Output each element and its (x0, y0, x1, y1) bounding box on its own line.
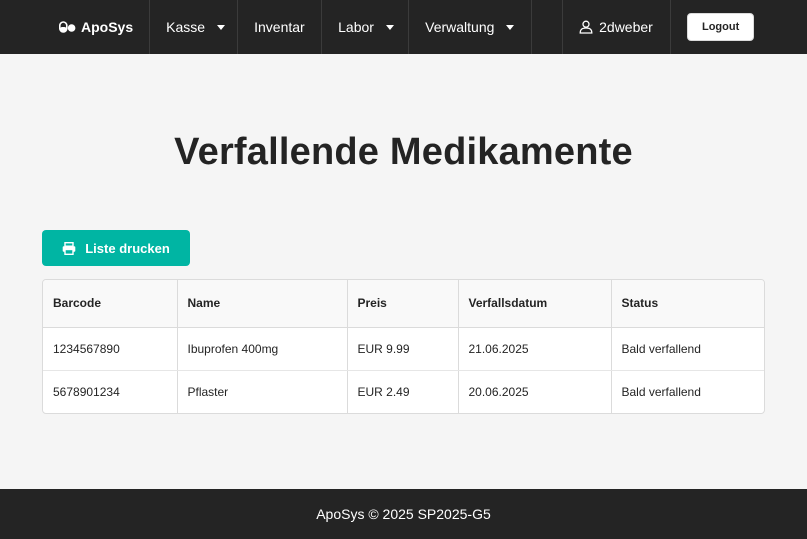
user-menu[interactable]: 2dweber (563, 0, 672, 54)
cell-verfallsdatum: 21.06.2025 (458, 327, 612, 371)
caret-down-icon (506, 24, 515, 30)
nav-item-verwaltung[interactable]: Verwaltung (409, 0, 533, 54)
print-list-button[interactable]: Liste drucken (42, 230, 190, 266)
cell-name: Pflaster (177, 370, 348, 413)
nav-item-label: Inventar (254, 19, 305, 35)
cell-preis: EUR 2.49 (347, 370, 459, 413)
brand-link[interactable]: ApoSys (0, 0, 151, 54)
nav-item-inventar[interactable]: Inventar (238, 0, 323, 54)
footer: ApoSys © 2025 SP2025-G5 (0, 489, 807, 539)
logout-button[interactable]: Logout (687, 13, 755, 41)
nav-item-kasse[interactable]: Kasse (150, 0, 239, 54)
cell-barcode: 5678901234 (43, 370, 178, 413)
caret-down-icon (385, 24, 394, 30)
pills-icon (59, 21, 76, 33)
cell-preis: EUR 9.99 (347, 327, 459, 371)
column-header-barcode: Barcode (43, 280, 178, 328)
user-icon (579, 20, 593, 34)
table-row: 1234567890 Ibuprofen 400mg EUR 9.99 21.0… (43, 327, 764, 371)
username: 2dweber (599, 19, 653, 35)
page-title: Verfallende Medikamente (174, 131, 633, 173)
top-navbar: ApoSys Kasse Inventar Labor Verwaltung 2… (0, 0, 807, 54)
print-button-label: Liste drucken (85, 240, 170, 256)
caret-down-icon (217, 24, 226, 30)
cell-status: Bald verfallend (611, 327, 764, 371)
brand-name: ApoSys (81, 19, 134, 35)
expiring-medications-table: Barcode Name Preis Verfallsdatum Status … (42, 279, 765, 414)
nav-divider (532, 0, 564, 54)
printer-icon (62, 241, 76, 255)
column-header-name: Name (177, 280, 348, 328)
column-header-verfallsdatum: Verfallsdatum (458, 280, 612, 328)
nav-item-label: Verwaltung (425, 19, 495, 35)
nav-item-label: Labor (338, 19, 374, 35)
table-header-row: Barcode Name Preis Verfallsdatum Status (43, 280, 764, 328)
nav-item-label: Kasse (166, 19, 206, 35)
cell-name: Ibuprofen 400mg (177, 327, 348, 371)
cell-verfallsdatum: 20.06.2025 (458, 370, 612, 413)
footer-text: ApoSys © 2025 SP2025-G5 (316, 506, 491, 522)
nav-item-labor[interactable]: Labor (322, 0, 410, 54)
column-header-preis: Preis (347, 280, 459, 328)
cell-barcode: 1234567890 (43, 327, 178, 371)
column-header-status: Status (611, 280, 764, 328)
cell-status: Bald verfallend (621, 384, 701, 399)
logout-container: Logout (671, 0, 755, 54)
table-row: 5678901234 Pflaster EUR 2.49 20.06.2025 … (43, 370, 764, 413)
